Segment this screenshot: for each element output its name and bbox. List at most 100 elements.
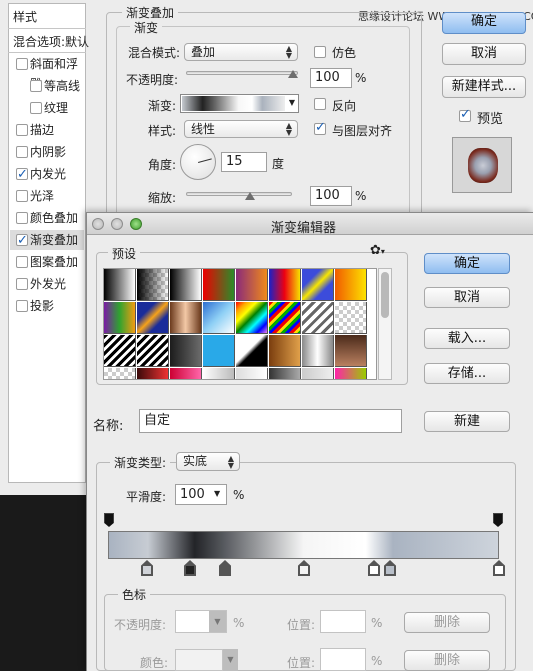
preset-swatch[interactable] (302, 269, 334, 301)
preset-swatch[interactable] (170, 269, 202, 301)
preset-swatch[interactable] (137, 302, 169, 334)
preset-swatch[interactable] (269, 269, 301, 301)
preset-swatch[interactable] (335, 269, 367, 301)
ok-button[interactable]: 确定 (442, 12, 526, 34)
preset-swatch[interactable] (137, 269, 169, 301)
editor-ok-button[interactable]: 确定 (424, 253, 510, 274)
preset-swatch[interactable] (203, 302, 235, 334)
scale-input[interactable]: 100 (310, 186, 352, 206)
style-select[interactable]: 线性 ▲ ▼ (184, 120, 298, 138)
style-item-texture[interactable]: 纹理 (24, 98, 98, 118)
scale-slider[interactable] (186, 192, 292, 196)
presets-scrollbar[interactable] (378, 268, 392, 380)
outer-glow-checkbox[interactable] (16, 278, 28, 290)
style-item-inner-shadow[interactable]: 内阴影 (10, 142, 84, 162)
preset-swatch[interactable] (137, 368, 169, 379)
style-item-drop-shadow[interactable]: 投影 (10, 296, 84, 316)
style-item-outer-glow[interactable]: 外发光 (10, 274, 84, 294)
preset-swatch[interactable] (302, 335, 334, 367)
style-item-pattern-overlay[interactable]: 图案叠加 (10, 252, 84, 272)
gradient-bar[interactable] (108, 531, 499, 559)
styles-header[interactable]: 样式 (13, 8, 37, 25)
color-stop[interactable] (298, 560, 310, 576)
color-overlay-checkbox[interactable] (16, 212, 28, 224)
bevel-checkbox[interactable] (16, 58, 28, 70)
preset-swatch[interactable] (269, 368, 301, 379)
color-stop[interactable] (384, 560, 396, 576)
cancel-button[interactable]: 取消 (442, 43, 526, 65)
preset-swatch[interactable] (335, 302, 367, 334)
scale-slider-thumb[interactable] (245, 192, 255, 200)
zoom-window-icon[interactable] (130, 218, 142, 230)
preset-swatch[interactable] (269, 335, 301, 367)
color-stop[interactable] (219, 560, 231, 576)
smoothness-dropdown-icon[interactable]: ▼ (214, 489, 220, 498)
gradient-preview[interactable] (182, 96, 285, 111)
preset-swatch[interactable] (104, 368, 136, 379)
angle-dial[interactable] (180, 144, 216, 180)
preset-swatch[interactable] (203, 368, 235, 379)
preset-swatch[interactable] (335, 335, 367, 367)
color-stop[interactable] (493, 560, 505, 576)
preset-swatch[interactable] (302, 302, 334, 334)
blend-mode-select[interactable]: 叠加 ▲ ▼ (184, 43, 298, 61)
stroke-checkbox[interactable] (16, 124, 28, 136)
presets-grid[interactable] (103, 268, 377, 380)
new-style-button[interactable]: 新建样式... (442, 76, 526, 98)
style-item-color-overlay[interactable]: 颜色叠加 (10, 208, 84, 228)
minimize-window-icon[interactable] (111, 218, 123, 230)
dither-checkbox[interactable] (314, 46, 326, 58)
editor-cancel-button[interactable]: 取消 (424, 287, 510, 308)
style-item-stroke[interactable]: 描边 (10, 120, 84, 140)
dropdown-arrow-icon[interactable]: ▼ (289, 98, 295, 107)
satin-checkbox[interactable] (16, 190, 28, 202)
style-item-gradient-overlay[interactable]: 渐变叠加 (10, 230, 84, 251)
color-stop[interactable] (184, 560, 196, 576)
preset-swatch[interactable] (203, 335, 235, 367)
preset-swatch[interactable] (170, 368, 202, 379)
opacity-slider-thumb[interactable] (288, 70, 298, 78)
presets-gear-icon[interactable]: ✿▾ (370, 243, 385, 258)
style-item-contour[interactable]: 等高线 (24, 76, 98, 96)
preview-checkbox[interactable] (459, 107, 471, 122)
angle-input[interactable]: 15 (221, 152, 267, 172)
preset-swatch[interactable] (236, 269, 268, 301)
preset-swatch[interactable] (335, 368, 367, 379)
reverse-checkbox[interactable] (314, 98, 326, 110)
close-window-icon[interactable] (92, 218, 104, 230)
inner-glow-checkbox[interactable] (16, 165, 28, 185)
contour-checkbox[interactable] (30, 80, 42, 92)
new-gradient-button[interactable]: 新建 (424, 411, 510, 432)
style-item-bevel-emboss[interactable]: 斜面和浮雕 (10, 54, 84, 91)
preset-swatch[interactable] (104, 335, 136, 367)
preset-swatch[interactable] (236, 335, 268, 367)
preset-swatch[interactable] (170, 335, 202, 367)
pattern-overlay-checkbox[interactable] (16, 256, 28, 268)
preset-swatch[interactable] (170, 302, 202, 334)
preset-swatch[interactable] (302, 368, 334, 379)
preset-swatch[interactable] (236, 368, 268, 379)
align-with-layer-checkbox[interactable] (314, 120, 326, 135)
style-item-inner-glow[interactable]: 内发光 (10, 164, 84, 185)
load-button[interactable]: 载入... (424, 328, 510, 349)
color-stop[interactable] (141, 560, 153, 576)
texture-checkbox[interactable] (30, 102, 42, 114)
preset-swatch[interactable] (104, 302, 136, 334)
gradient-picker[interactable]: ▼ (180, 94, 299, 113)
style-item-satin[interactable]: 光泽 (10, 186, 84, 206)
preset-swatch[interactable] (236, 302, 268, 334)
preset-swatch[interactable] (104, 269, 136, 301)
preset-swatch[interactable] (137, 335, 169, 367)
opacity-input[interactable]: 100 (310, 68, 352, 88)
drop-shadow-checkbox[interactable] (16, 300, 28, 312)
save-button[interactable]: 存储... (424, 363, 510, 384)
preset-swatch[interactable] (269, 302, 301, 334)
blending-options-item[interactable]: 混合选项:默认 (13, 33, 89, 50)
name-input[interactable]: 自定 (139, 409, 402, 433)
color-stop[interactable] (368, 560, 380, 576)
gradient-overlay-checkbox[interactable] (16, 231, 28, 251)
inner-shadow-checkbox[interactable] (16, 146, 28, 158)
gradient-type-select[interactable]: 实底 ▲ ▼ (176, 452, 240, 471)
preset-swatch[interactable] (203, 269, 235, 301)
presets-scrollbar-thumb[interactable] (381, 272, 389, 318)
